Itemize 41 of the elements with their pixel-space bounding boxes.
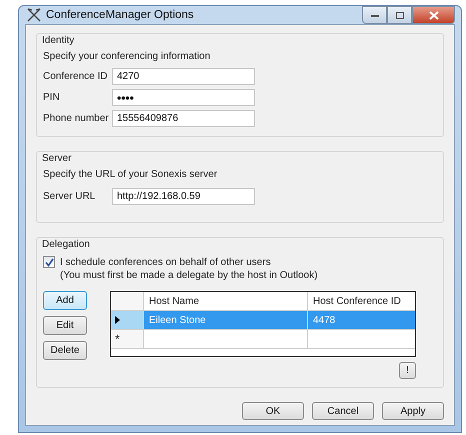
action-button[interactable]: Edit (43, 316, 87, 335)
group-title: Identity (42, 35, 76, 46)
window-title: ConferenceManager Options (46, 9, 194, 21)
dialog-button[interactable]: OK (242, 402, 304, 420)
field-label: Conference ID (43, 71, 108, 82)
description-text: Specify the URL of your Sonexis server (43, 169, 218, 180)
input-field[interactable]: •••• (112, 89, 255, 106)
close-icon (428, 10, 438, 20)
close-button[interactable] (412, 6, 455, 24)
action-button[interactable]: Delete (43, 341, 87, 360)
field-label: Server URL (43, 191, 96, 202)
row-header[interactable]: * (111, 330, 144, 348)
new-row[interactable]: * (111, 330, 415, 349)
field-label: Phone number (43, 113, 110, 124)
maximize-icon (394, 10, 404, 20)
field-label: PIN (43, 92, 61, 103)
column-header[interactable]: Host Name (144, 292, 308, 310)
checkbox[interactable] (43, 256, 55, 268)
dialog-button[interactable]: Apply (382, 402, 444, 420)
new-row-marker: * (115, 333, 120, 345)
input-field[interactable]: 4270 (112, 68, 255, 85)
note-text: (You must first be made a delegate by the host in Outlook) (60, 270, 319, 281)
group-title: Delegation (42, 239, 91, 250)
check-icon (44, 258, 54, 266)
row-pointer-icon (115, 316, 120, 324)
action-button[interactable]: Add (43, 291, 87, 310)
input-field[interactable]: http://192.168.0.59 (112, 188, 255, 205)
table-cell: Eileen Stone (144, 311, 308, 329)
minimize-icon (370, 12, 380, 18)
checkbox-label[interactable]: I schedule conferences on behalf of other users (60, 256, 271, 268)
cross-icon (27, 8, 41, 22)
maximize-button[interactable] (387, 6, 412, 24)
group-title: Server (42, 153, 72, 164)
table-cell: 4478 (308, 311, 415, 329)
input-field[interactable]: 15556409876 (112, 110, 255, 127)
dialog-button[interactable]: Cancel (312, 402, 374, 420)
description-text: Specify your conferencing information (43, 51, 212, 62)
row-header[interactable] (111, 311, 144, 329)
info-button[interactable]: ! (399, 362, 416, 379)
column-header[interactable]: Host Conference ID (308, 292, 415, 310)
minimize-button[interactable] (362, 6, 387, 24)
